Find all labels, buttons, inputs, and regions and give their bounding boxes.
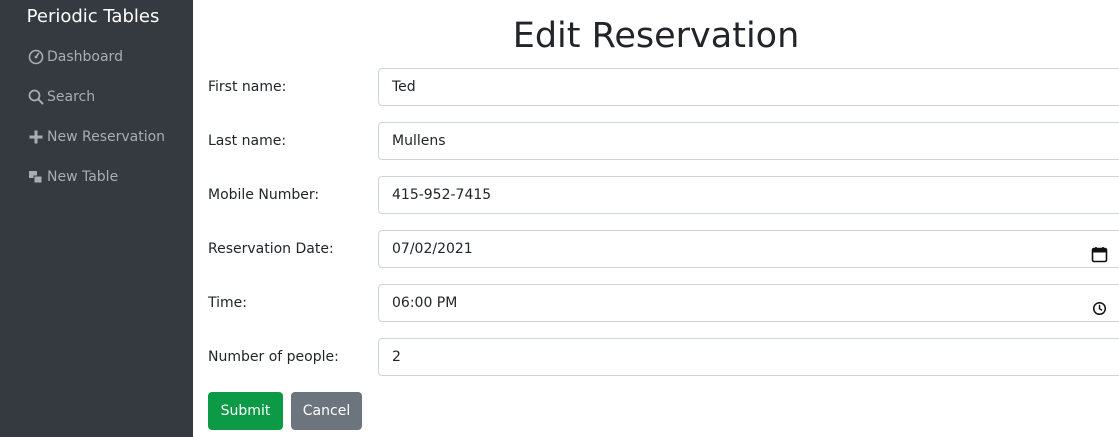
submit-button[interactable]: Submit xyxy=(208,392,283,430)
first-name-field[interactable]: Ted xyxy=(378,68,1119,106)
last-name-value: Mullens xyxy=(392,133,446,149)
dashboard-icon xyxy=(27,49,44,66)
time-row: Time: 06:00 PM xyxy=(208,284,1119,322)
clock-icon[interactable] xyxy=(1091,295,1108,316)
time-field[interactable]: 06:00 PM xyxy=(378,284,1119,322)
main-content: Edit Reservation First name: Ted Last na… xyxy=(193,0,1119,437)
reservation-date-label: Reservation Date: xyxy=(208,241,334,257)
first-name-label: First name: xyxy=(208,79,287,95)
search-icon xyxy=(27,89,44,106)
number-of-people-field[interactable]: 2 xyxy=(378,338,1119,376)
mobile-number-value: 415-952-7415 xyxy=(392,187,492,203)
brand-title[interactable]: Periodic Tables xyxy=(0,4,186,30)
sidebar-item-label: New Reservation xyxy=(47,129,166,145)
number-of-people-value: 2 xyxy=(392,349,401,365)
mobile-number-field[interactable]: 415-952-7415 xyxy=(378,176,1119,214)
last-name-row: Last name: Mullens xyxy=(208,122,1119,160)
page-title: Edit Reservation xyxy=(512,16,800,56)
first-name-row: First name: Ted xyxy=(208,68,1119,106)
cancel-button[interactable]: Cancel xyxy=(291,392,362,430)
sidebar-item-label: Search xyxy=(47,89,96,105)
reservation-date-field[interactable]: 07/02/2021 xyxy=(378,230,1119,268)
reservation-date-row: Reservation Date: 07/02/2021 xyxy=(208,230,1119,268)
sidebar-item-dashboard[interactable]: Dashboard xyxy=(27,45,123,69)
calendar-icon[interactable] xyxy=(1091,241,1108,263)
reservation-date-value: 07/02/2021 xyxy=(392,241,473,257)
time-value: 06:00 PM xyxy=(392,295,458,311)
first-name-value: Ted xyxy=(392,79,416,95)
sidebar: Periodic Tables Dashboard Search New Res… xyxy=(0,0,193,437)
sidebar-item-new-table[interactable]: New Table xyxy=(27,165,118,189)
sidebar-item-label: New Table xyxy=(47,169,119,185)
sidebar-item-search[interactable]: Search xyxy=(27,85,95,109)
sidebar-item-label: Dashboard xyxy=(47,49,123,65)
number-of-people-row: Number of people: 2 xyxy=(208,338,1119,376)
mobile-number-row: Mobile Number: 415-952-7415 xyxy=(208,176,1119,214)
last-name-field[interactable]: Mullens xyxy=(378,122,1119,160)
sidebar-item-new-reservation[interactable]: New Reservation xyxy=(27,125,165,149)
time-label: Time: xyxy=(208,295,247,311)
plus-icon xyxy=(27,129,44,146)
mobile-number-label: Mobile Number: xyxy=(208,187,320,203)
last-name-label: Last name: xyxy=(208,133,287,149)
number-of-people-label: Number of people: xyxy=(208,349,339,365)
new-table-icon xyxy=(27,169,44,186)
